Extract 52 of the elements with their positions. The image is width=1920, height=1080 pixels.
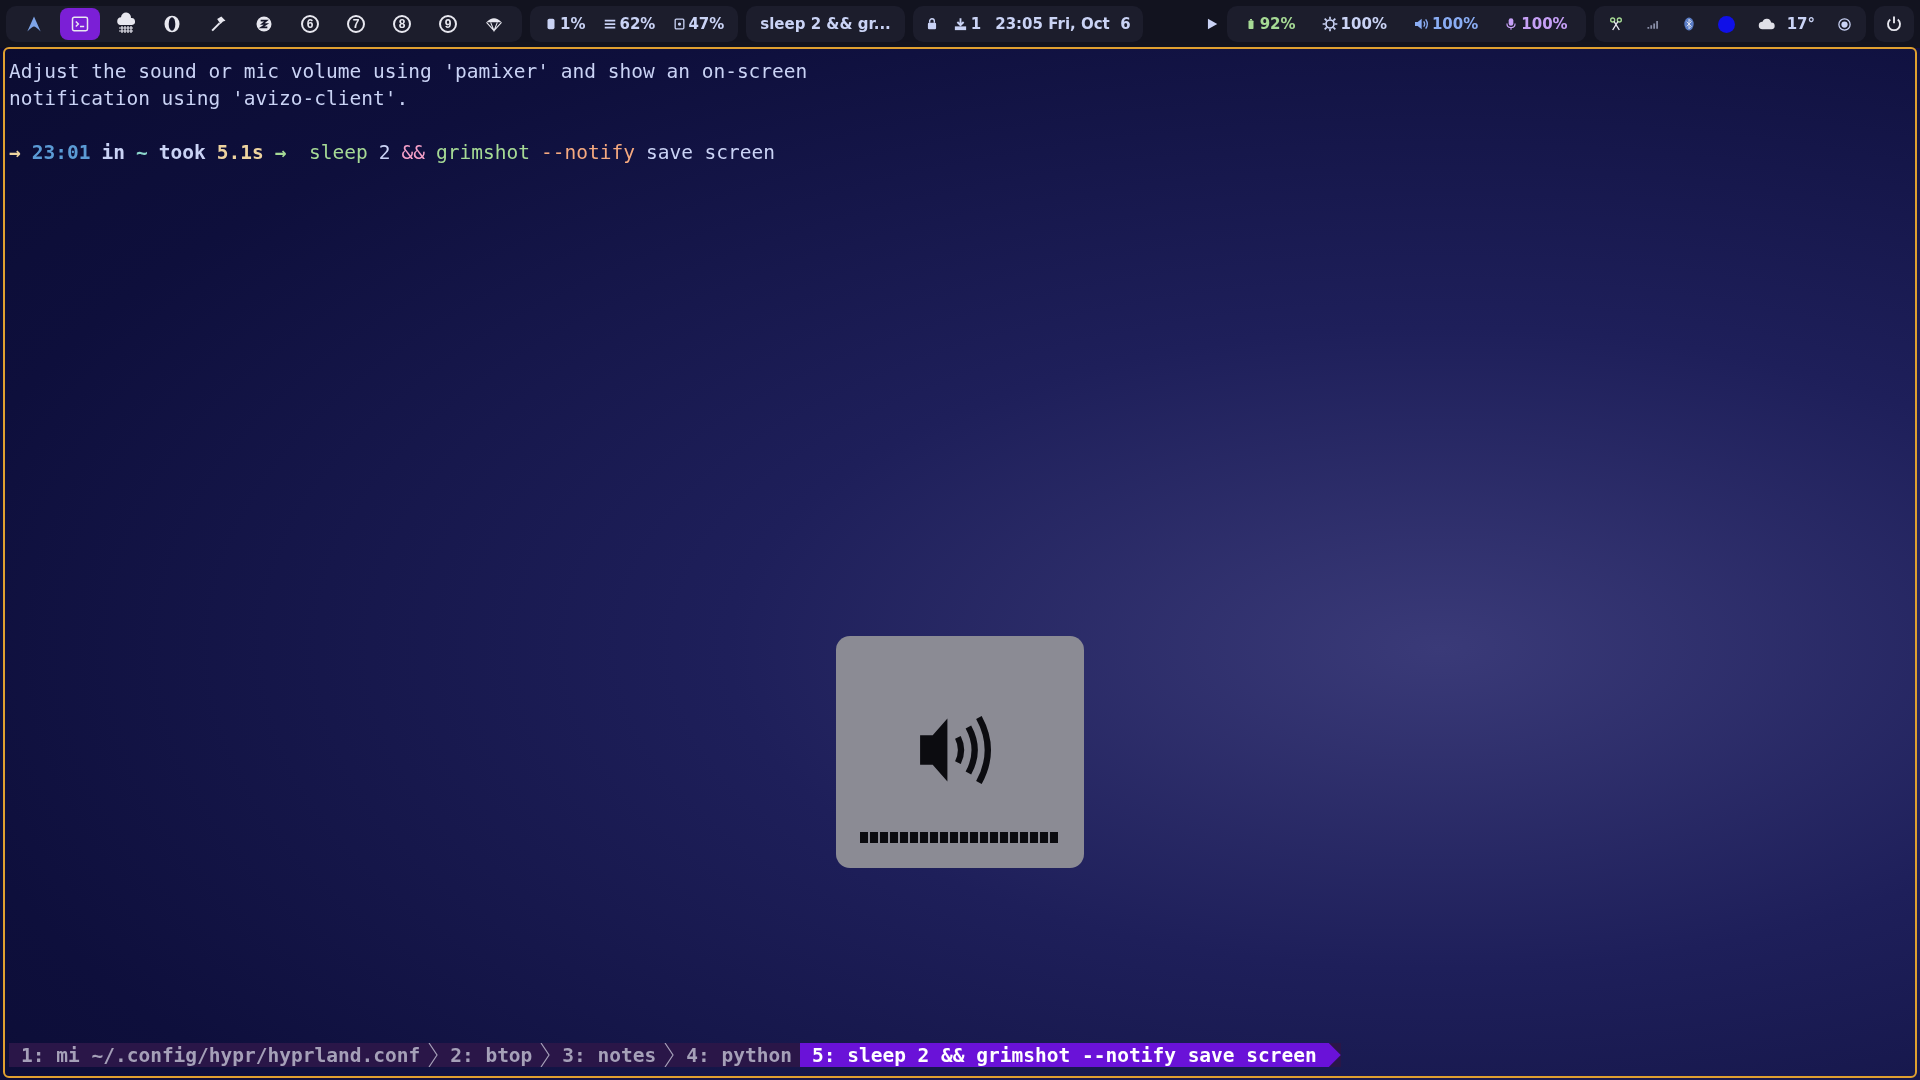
workspace-button[interactable]: 9 <box>428 8 468 40</box>
prompt-text: 2 <box>378 140 391 166</box>
stat-value: 62% <box>619 15 656 33</box>
prompt-text: in <box>101 140 125 166</box>
scissors-icon <box>1607 16 1624 32</box>
record-icon <box>1837 16 1852 32</box>
download-icon <box>952 16 968 32</box>
prompt-text: 5.1s <box>216 140 264 166</box>
chevron-icon <box>428 1043 439 1067</box>
stat-value: 1% <box>560 15 586 33</box>
chevron-icon <box>664 1043 675 1067</box>
power-button[interactable] <box>1874 6 1914 42</box>
level-value: 100% <box>1521 15 1568 33</box>
level-value: 100% <box>1431 15 1479 33</box>
window-title: sleep 2 && gr... <box>760 15 891 33</box>
brightness-icon <box>1321 16 1338 32</box>
tmux-tab[interactable]: 3: notes <box>550 1043 665 1067</box>
prompt-text: ~ <box>135 140 148 166</box>
clock: 23:05 Fri, Oct 6 <box>995 15 1131 33</box>
level-value: 92% <box>1259 15 1296 33</box>
tmux-tab[interactable]: 5: sleep 2 && grimshot --notify save screen <box>799 1043 1341 1067</box>
update-count: 1 <box>970 15 982 33</box>
power-icon <box>1885 15 1903 33</box>
prompt-text: 23:01 <box>31 140 91 166</box>
tmux-tab[interactable]: 4: python <box>674 1043 800 1067</box>
stat-value: 47% <box>688 15 725 33</box>
dot-icon <box>1717 15 1735 33</box>
prompt-text: --notify <box>541 140 635 166</box>
chevron-icon <box>540 1043 551 1067</box>
prompt-text: → <box>274 140 287 166</box>
tmux-tab[interactable]: 2: btop <box>438 1043 541 1067</box>
tmux-tab[interactable]: 1: mi ~/.config/hypr/hyprland.conf <box>9 1043 429 1067</box>
temperature: 17° <box>1786 15 1815 33</box>
prompt-text: grimshot <box>436 140 530 166</box>
prompt-text: save screen <box>645 140 776 166</box>
prompt-text: → <box>9 140 21 166</box>
microphone-icon <box>1504 16 1519 32</box>
level-value: 100% <box>1340 15 1387 33</box>
description-text: Adjust the sound or mic volume using 'pamixer' and show an on-screen notification using 'avizo-client'. <box>9 59 809 112</box>
rain-cloud-icon <box>114 12 138 36</box>
workspace-button[interactable] <box>60 8 100 40</box>
ring-icon <box>162 14 182 34</box>
prompt-text: sleep <box>308 140 368 166</box>
terminal-icon <box>70 14 90 34</box>
workspace-button[interactable]: 6 <box>290 8 330 40</box>
workspace-button[interactable]: 7 <box>336 8 376 40</box>
bluetooth-icon <box>1681 15 1696 33</box>
workspace-button[interactable]: 8 <box>382 8 422 40</box>
speaker-icon <box>1412 16 1429 32</box>
prompt-text: && <box>401 140 426 166</box>
prompt-text: took <box>158 140 206 166</box>
swirl-icon <box>254 14 274 34</box>
